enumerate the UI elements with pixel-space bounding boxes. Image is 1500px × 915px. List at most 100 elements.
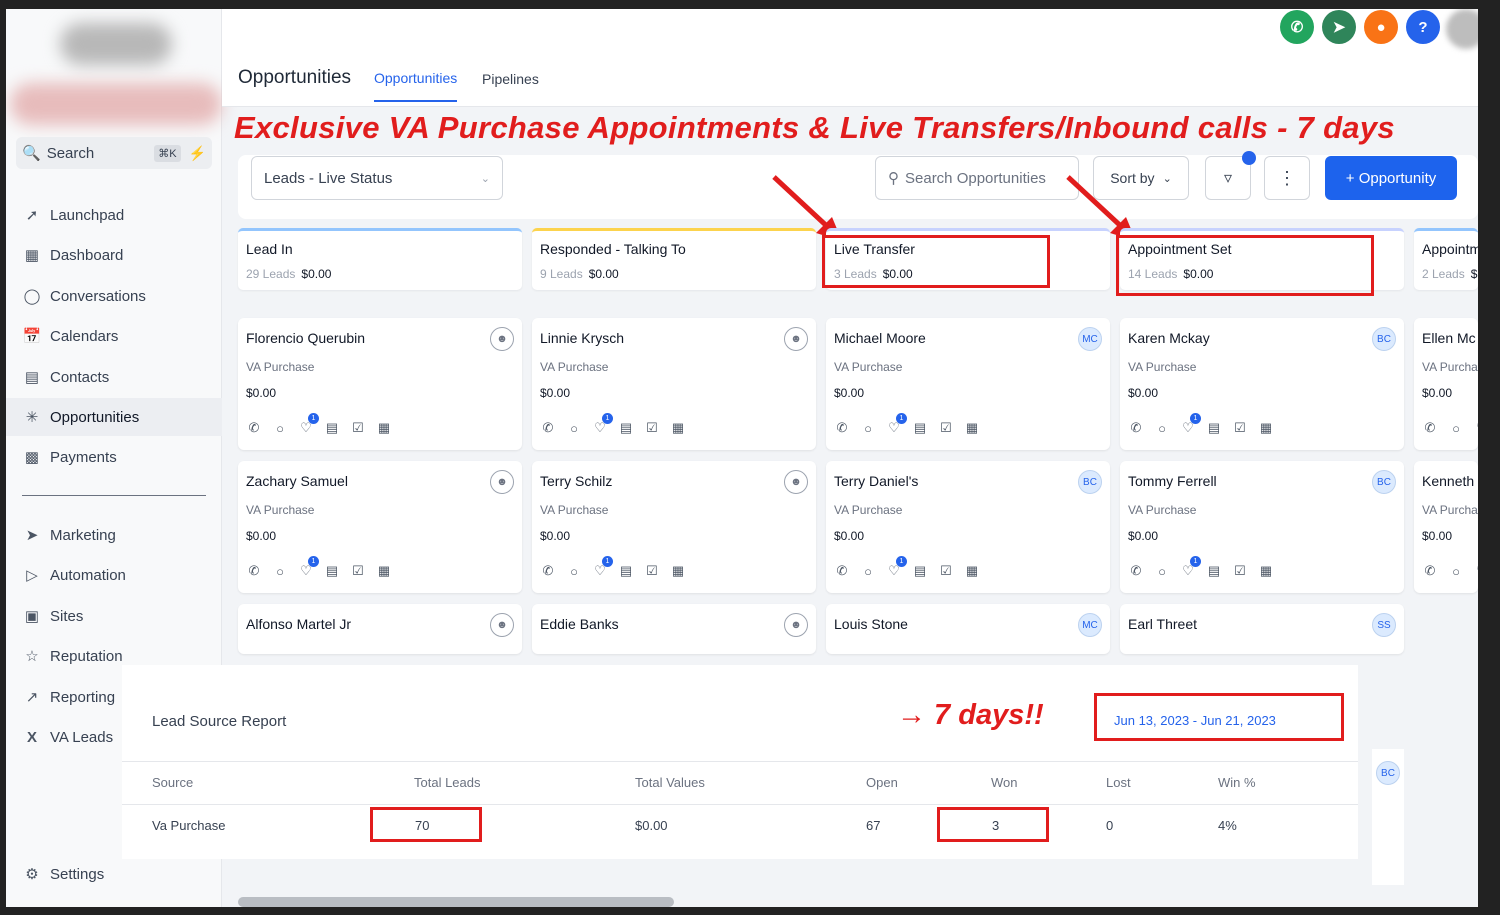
calendar-icon[interactable]: ▦ xyxy=(670,563,686,579)
calendar-icon[interactable]: ▦ xyxy=(1258,563,1274,579)
document-icon[interactable]: ▤ xyxy=(618,420,634,436)
stage-column-header[interactable]: Responded - Talking To 9 Leads $0.00 xyxy=(532,228,816,290)
sidebar-item-calendars[interactable]: 📅 Calendars xyxy=(6,317,222,355)
opportunity-card[interactable]: KennethVA Purcha$0.00✆○♡1▤☑▦ xyxy=(1414,461,1478,593)
sidebar-item-marketing[interactable]: ➤ Marketing xyxy=(6,516,222,554)
task-icon[interactable]: ☑ xyxy=(938,420,954,436)
calendar-icon[interactable]: ▦ xyxy=(376,420,392,436)
calendar-icon[interactable]: ▦ xyxy=(964,420,980,436)
task-icon[interactable]: ☑ xyxy=(350,420,366,436)
sidebar-item-opportunities[interactable]: ✳ Opportunities xyxy=(6,398,222,436)
opportunity-card[interactable]: Linnie Krysch VA Purchase $0.00 ✆ ○ ♡ 1 ▤ ☑ ▦ ☻ xyxy=(532,318,816,450)
opportunity-card[interactable]: Florencio Querubin VA Purchase $0.00 ✆ ○ ♡ 1 ▤ ☑… xyxy=(238,318,522,450)
heart-icon[interactable]: ♡1 xyxy=(298,556,319,579)
heart-icon[interactable]: ♡1 xyxy=(1474,563,1478,579)
unassigned-user-icon[interactable]: ☻ xyxy=(490,470,514,494)
phone-icon[interactable]: ✆ xyxy=(246,420,262,436)
opportunity-card[interactable]: Tommy Ferrell VA Purchase $0.00 ✆ ○ ♡ 1 ▤ ☑ ▦ BC xyxy=(1120,461,1404,593)
heart-icon[interactable]: ♡1 xyxy=(298,413,319,436)
bell-icon[interactable]: ● xyxy=(1364,10,1398,44)
document-icon[interactable]: ▤ xyxy=(324,563,340,579)
horizontal-scrollbar[interactable] xyxy=(238,897,674,907)
stage-column-header[interactable]: Lead In 29 Leads $0.00 xyxy=(238,228,522,290)
document-icon[interactable]: ▤ xyxy=(912,563,928,579)
phone-icon[interactable]: ✆ xyxy=(834,420,850,436)
task-icon[interactable]: ☑ xyxy=(350,563,366,579)
assignee-avatar[interactable]: MC xyxy=(1078,327,1102,351)
blurred-account-name[interactable] xyxy=(10,83,222,125)
unassigned-user-icon[interactable]: ☻ xyxy=(490,613,514,637)
heart-icon[interactable]: ♡1 xyxy=(1180,556,1201,579)
heart-icon[interactable]: ♡1 xyxy=(886,413,907,436)
pipeline-select[interactable]: Leads - Live Status ⌄ xyxy=(251,156,503,200)
filter-button[interactable]: ▿ xyxy=(1205,151,1256,200)
sidebar-item-conversations[interactable]: ◯ Conversations xyxy=(6,277,222,315)
help-icon[interactable]: ? xyxy=(1406,10,1440,44)
stage-column-header[interactable]: Appointm 2 Leads $ xyxy=(1414,228,1478,290)
opportunity-card[interactable]: Zachary Samuel VA Purchase $0.00 ✆ ○ ♡ 1 ▤ ☑ ▦ ☻ xyxy=(238,461,522,593)
sidebar-item-payments[interactable]: ▩ Payments xyxy=(6,438,222,476)
opportunity-card[interactable]: Alfonso Martel Jr ☻ xyxy=(238,604,522,654)
avatar[interactable] xyxy=(1446,9,1478,49)
task-icon[interactable]: ☑ xyxy=(1232,563,1248,579)
task-icon[interactable]: ☑ xyxy=(938,563,954,579)
opportunity-card[interactable]: Earl Threet SS xyxy=(1120,604,1404,654)
phone-icon[interactable]: ✆ xyxy=(1280,10,1314,44)
phone-icon[interactable]: ✆ xyxy=(1422,563,1438,579)
phone-icon[interactable]: ✆ xyxy=(834,563,850,579)
unassigned-user-icon[interactable]: ☻ xyxy=(490,327,514,351)
chat-icon[interactable]: ○ xyxy=(860,563,876,579)
task-icon[interactable]: ☑ xyxy=(644,420,660,436)
assignee-avatar[interactable]: BC xyxy=(1078,470,1102,494)
phone-icon[interactable]: ✆ xyxy=(1128,420,1144,436)
chat-icon[interactable]: ○ xyxy=(272,563,288,579)
heart-icon[interactable]: ♡1 xyxy=(886,556,907,579)
document-icon[interactable]: ▤ xyxy=(912,420,928,436)
document-icon[interactable]: ▤ xyxy=(1206,420,1222,436)
chat-icon[interactable]: ○ xyxy=(1154,563,1170,579)
sidebar-item-contacts[interactable]: ▤ Contacts xyxy=(6,358,222,396)
search-opportunities-input[interactable]: ⚲ Search Opportunities xyxy=(875,156,1079,200)
task-icon[interactable]: ☑ xyxy=(644,563,660,579)
chat-icon[interactable]: ○ xyxy=(1154,420,1170,436)
calendar-icon[interactable]: ▦ xyxy=(670,420,686,436)
assignee-avatar[interactable]: SS xyxy=(1372,613,1396,637)
tab-pipelines[interactable]: Pipelines xyxy=(482,71,539,87)
chat-icon[interactable]: ○ xyxy=(860,420,876,436)
heart-icon[interactable]: ♡1 xyxy=(1180,413,1201,436)
chat-icon[interactable]: ○ xyxy=(566,563,582,579)
megaphone-icon[interactable]: ➤ xyxy=(1322,10,1356,44)
assignee-avatar[interactable]: BC xyxy=(1372,327,1396,351)
assignee-avatar[interactable]: BC xyxy=(1372,470,1396,494)
chat-icon[interactable]: ○ xyxy=(272,420,288,436)
heart-icon[interactable]: ♡1 xyxy=(592,556,613,579)
more-options-button[interactable]: ⋮ xyxy=(1264,156,1310,200)
unassigned-user-icon[interactable]: ☻ xyxy=(784,327,808,351)
sidebar-item-launchpad[interactable]: ➚ Launchpad xyxy=(6,196,222,234)
opportunity-card[interactable]: Louis Stone MC xyxy=(826,604,1110,654)
phone-icon[interactable]: ✆ xyxy=(1128,563,1144,579)
add-opportunity-button[interactable]: + Opportunity xyxy=(1325,156,1457,200)
opportunity-card[interactable]: Eddie Banks ☻ xyxy=(532,604,816,654)
bolt-icon[interactable]: ⚡ xyxy=(189,145,206,162)
sidebar-item-settings[interactable]: ⚙ Settings xyxy=(6,855,222,893)
unassigned-user-icon[interactable]: ☻ xyxy=(784,613,808,637)
document-icon[interactable]: ▤ xyxy=(618,563,634,579)
chat-icon[interactable]: ○ xyxy=(1448,563,1464,579)
calendar-icon[interactable]: ▦ xyxy=(964,563,980,579)
document-icon[interactable]: ▤ xyxy=(324,420,340,436)
unassigned-user-icon[interactable]: ☻ xyxy=(784,470,808,494)
phone-icon[interactable]: ✆ xyxy=(246,563,262,579)
phone-icon[interactable]: ✆ xyxy=(540,563,556,579)
sidebar-item-sites[interactable]: ▣ Sites xyxy=(6,597,222,635)
task-icon[interactable]: ☑ xyxy=(1232,420,1248,436)
report-date-range[interactable]: Jun 13, 2023 - Jun 21, 2023 xyxy=(1114,713,1276,728)
opportunity-card[interactable]: Karen Mckay VA Purchase $0.00 ✆ ○ ♡ 1 ▤ ☑ ▦ BC xyxy=(1120,318,1404,450)
opportunity-card[interactable]: Terry Daniel's VA Purchase $0.00 ✆ ○ ♡ 1 ▤ ☑ ▦ BC xyxy=(826,461,1110,593)
sidebar-search[interactable]: 🔍 Search ⌘K ⚡ xyxy=(16,137,212,169)
opportunity-card[interactable]: Ellen McVA Purcha$0.00✆○♡1▤☑▦ xyxy=(1414,318,1478,450)
opportunity-card[interactable]: Terry Schilz VA Purchase $0.00 ✆ ○ ♡ 1 ▤ ☑ ▦ ☻ xyxy=(532,461,816,593)
heart-icon[interactable]: ♡1 xyxy=(1474,420,1478,436)
calendar-icon[interactable]: ▦ xyxy=(1258,420,1274,436)
opportunity-card[interactable]: Michael Moore VA Purchase $0.00 ✆ ○ ♡ 1 ▤ ☑ ▦ MC xyxy=(826,318,1110,450)
